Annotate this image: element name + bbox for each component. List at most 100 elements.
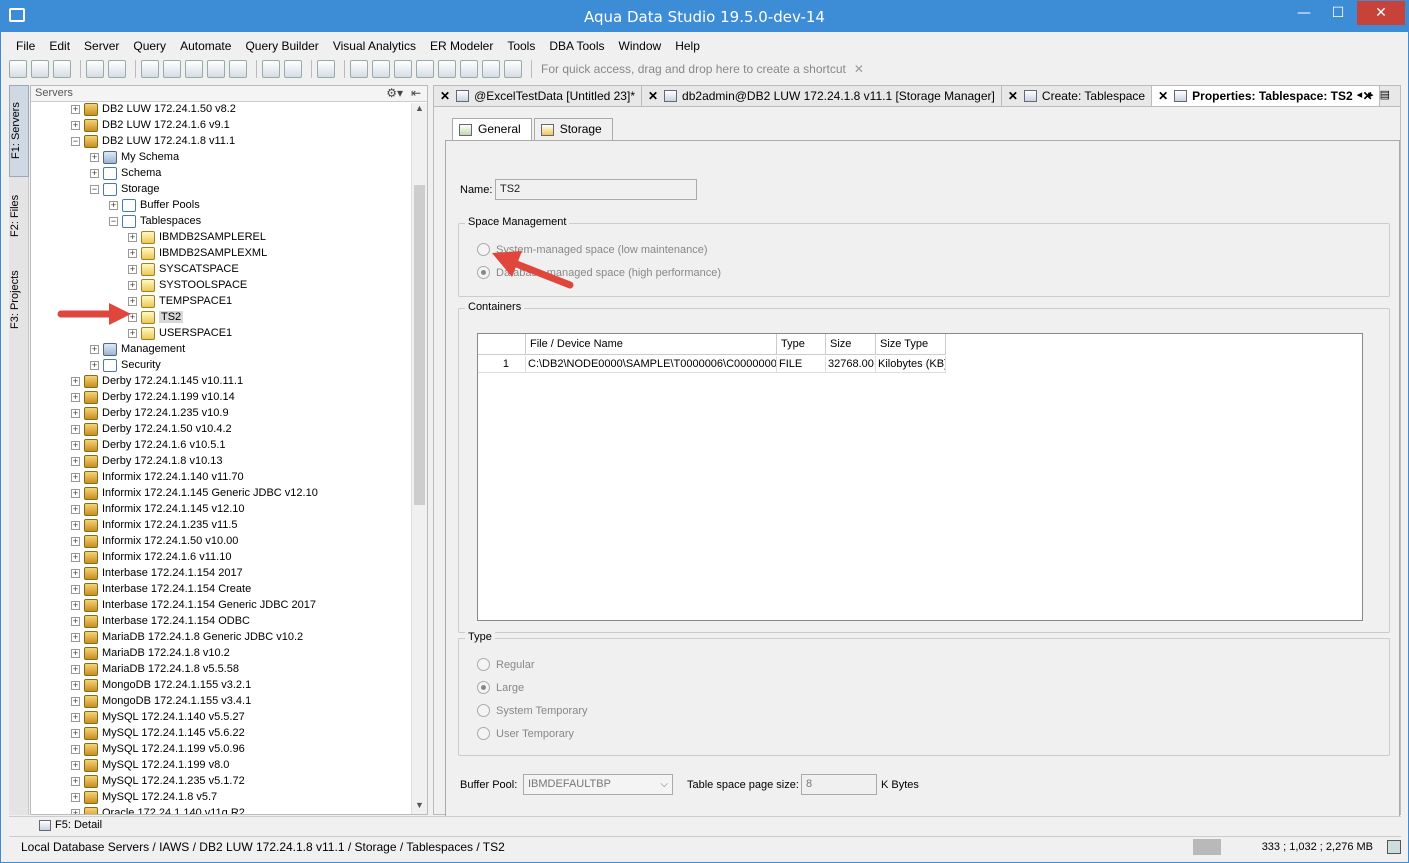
containers-grid[interactable]: File / Device Name Type Size Size Type 1… [477,333,1363,621]
menu-visual-analytics[interactable]: Visual Analytics [326,36,423,56]
expand-icon[interactable]: + [71,520,80,530]
buffer-pool-select[interactable]: IBMDEFAULTBP ⌵ [523,774,673,795]
memory-indicator[interactable]: 333 ; 1,032 ; 2,276 MB [1193,837,1381,857]
table-icon[interactable] [416,60,434,78]
quick-access-close-icon[interactable]: ✕ [854,62,864,76]
table-row[interactable]: 1 C:\DB2\NODE0000\SAMPLE\T0000006\C00000… [478,356,946,373]
tree-node[interactable]: + MySQL 172.24.1.145 v5.6.22 [71,725,245,741]
garbage-collect-icon[interactable] [1387,840,1401,854]
expand-icon[interactable]: + [71,776,80,786]
menu-automate[interactable]: Automate [173,36,238,56]
history-icon[interactable] [317,60,335,78]
tree-node[interactable]: + MySQL 172.24.1.235 v5.1.72 [71,773,245,789]
tree-node[interactable]: + Security [90,357,161,373]
tree-node[interactable]: + MySQL 172.24.1.140 v5.5.27 [71,709,245,725]
tree-node[interactable]: + Schema [90,165,161,181]
expand-icon[interactable]: + [71,584,80,594]
tree-node[interactable]: + MongoDB 172.24.1.155 v3.4.1 [71,693,251,709]
tree-node[interactable]: + Informix 172.24.1.145 v12.10 [71,501,244,517]
close-button[interactable]: ✕ [1357,1,1405,25]
tab-create-tablespace[interactable]: ✕ Create: Tablespace [1002,86,1153,106]
rows-icon[interactable] [460,60,478,78]
radio-regular[interactable]: Regular [477,658,535,671]
script-icon[interactable] [262,60,280,78]
tree-node[interactable]: + Informix 172.24.1.235 v11.5 [71,517,238,533]
menu-query[interactable]: Query [126,36,173,56]
cell-size[interactable]: 32768.00 [826,356,876,373]
radio-system-temporary[interactable]: System Temporary [477,704,588,717]
expand-icon[interactable]: + [71,472,80,482]
tree-node[interactable]: + MySQL 172.24.1.199 v5.0.96 [71,741,245,757]
cell-type[interactable]: FILE [777,356,826,373]
expand-icon[interactable]: + [71,792,80,802]
tree-node[interactable]: + Interbase 172.24.1.154 2017 [71,565,243,581]
tree-node[interactable]: + Derby 172.24.1.199 v10.14 [71,389,235,405]
menu-dba-tools[interactable]: DBA Tools [542,36,611,56]
expand-icon[interactable]: + [109,200,118,210]
query-builder-icon[interactable] [185,60,203,78]
menu-tools[interactable]: Tools [500,36,542,56]
tab-navigation-icons[interactable]: ◂▸▤ [1357,88,1396,101]
tree-node[interactable]: + MariaDB 172.24.1.8 v10.2 [71,645,230,661]
tree-node[interactable]: + TS2 [128,309,184,325]
layout-icon[interactable] [372,60,390,78]
tree-node[interactable]: + SYSTOOLSPACE [128,277,247,293]
expand-icon[interactable]: + [71,600,80,610]
disconnect-icon[interactable] [86,60,104,78]
save-icon[interactable] [229,60,247,78]
tree-node[interactable]: − Tablespaces [109,213,201,229]
tree-node[interactable]: + Interbase 172.24.1.154 Create [71,581,251,597]
tab-servers[interactable]: F1: Servers [9,85,29,177]
tree-node[interactable]: + Informix 172.24.1.6 v11.10 [71,549,231,565]
expand-icon[interactable]: + [128,232,137,242]
expand-icon[interactable]: + [71,456,80,466]
tree-node[interactable]: + DB2 LUW 172.24.1.50 v8.2 [71,103,236,117]
connect-icon[interactable] [53,60,71,78]
gear-icon[interactable]: ⚙▾ [386,86,403,101]
expand-icon[interactable]: + [71,408,80,418]
tree-node[interactable]: + Derby 172.24.1.6 v10.5.1 [71,437,226,453]
expand-icon[interactable]: + [71,728,80,738]
expand-icon[interactable]: + [71,648,80,658]
maximize-button[interactable]: ☐ [1321,1,1355,25]
chart-icon[interactable] [482,60,500,78]
scroll-down-icon[interactable]: ▼ [412,800,427,814]
tree-node[interactable]: + Buffer Pools [109,197,200,213]
radio-database-managed[interactable]: Database-managed space (high performance… [477,266,721,279]
minimize-button[interactable]: — [1287,1,1321,25]
column-file-header[interactable]: File / Device Name [526,334,777,355]
radio-user-temporary[interactable]: User Temporary [477,727,574,740]
export-icon[interactable] [504,60,522,78]
tree-node[interactable]: + IBMDB2SAMPLEXML [128,245,267,261]
tree-node[interactable]: + MariaDB 172.24.1.8 Generic JDBC v10.2 [71,629,303,645]
tree-node[interactable]: − Storage [90,181,160,197]
tab-storage-manager[interactable]: ✕ db2admin@DB2 LUW 172.24.1.8 v11.1 [Sto… [642,86,1002,106]
tree-node[interactable]: + USERSPACE1 [128,325,232,341]
refresh-icon[interactable] [108,60,126,78]
tree-scrollbar[interactable]: ▲ ▼ [411,103,427,814]
expand-icon[interactable]: + [71,488,80,498]
expand-icon[interactable]: + [128,248,137,258]
radio-system-managed[interactable]: System-managed space (low maintenance) [477,243,708,256]
expand-icon[interactable]: + [71,376,80,386]
scroll-up-icon[interactable]: ▲ [412,103,427,117]
tree-node[interactable]: + MySQL 172.24.1.8 v5.7 [71,789,217,805]
radio-large[interactable]: Large [477,681,524,694]
tree-node[interactable]: + Interbase 172.24.1.154 Generic JDBC 201… [71,597,316,613]
tree-node[interactable]: + Interbase 172.24.1.154 ODBC [71,613,250,629]
expand-icon[interactable]: + [128,328,137,338]
expand-icon[interactable]: + [128,264,137,274]
detail-panel-tab[interactable]: F5: Detail [9,816,1401,834]
query-analyzer-icon[interactable] [163,60,181,78]
tree-node[interactable]: + MariaDB 172.24.1.8 v5.5.58 [71,661,239,677]
close-tab-icon[interactable]: ✕ [648,87,658,106]
compare-icon[interactable] [207,60,225,78]
tree-node[interactable]: + MySQL 172.24.1.199 v8.0 [71,757,229,773]
expand-icon[interactable]: + [128,312,137,322]
query-window-icon[interactable] [141,60,159,78]
tab-general[interactable]: General [452,118,532,140]
tab-projects[interactable]: F3: Projects [9,259,29,341]
tab-storage[interactable]: Storage [533,118,613,140]
tree-node[interactable]: + Informix 172.24.1.140 v11.70 [71,469,244,485]
columns-icon[interactable] [438,60,456,78]
